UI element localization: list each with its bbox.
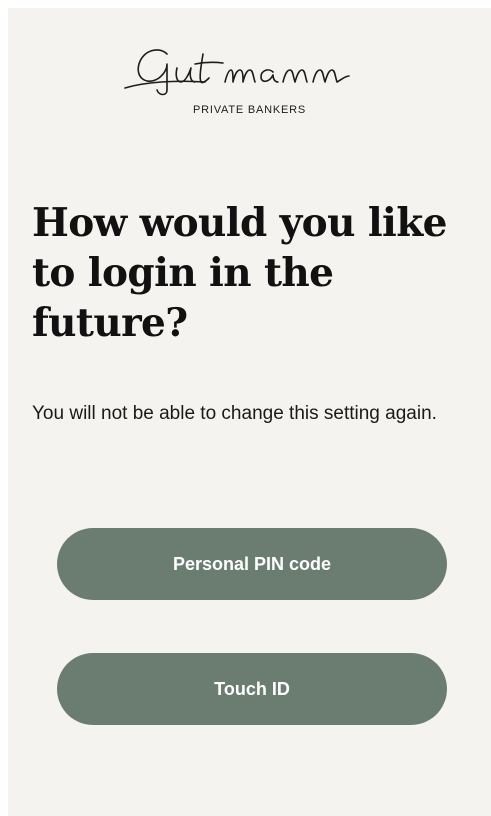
login-method-screen: PRIVATE BANKERS How would you like to lo… [8,8,491,816]
touch-id-button[interactable]: Touch ID [57,653,447,725]
page-title: How would you like to login in the futur… [32,200,447,346]
brand-logo: PRIVATE BANKERS [8,42,491,116]
brand-tagline: PRIVATE BANKERS [192,104,307,116]
gutmann-signature-logo [123,49,350,96]
warning-text: You will not be able to change this sett… [32,403,437,424]
personal-pin-button[interactable]: Personal PIN code [57,528,447,600]
